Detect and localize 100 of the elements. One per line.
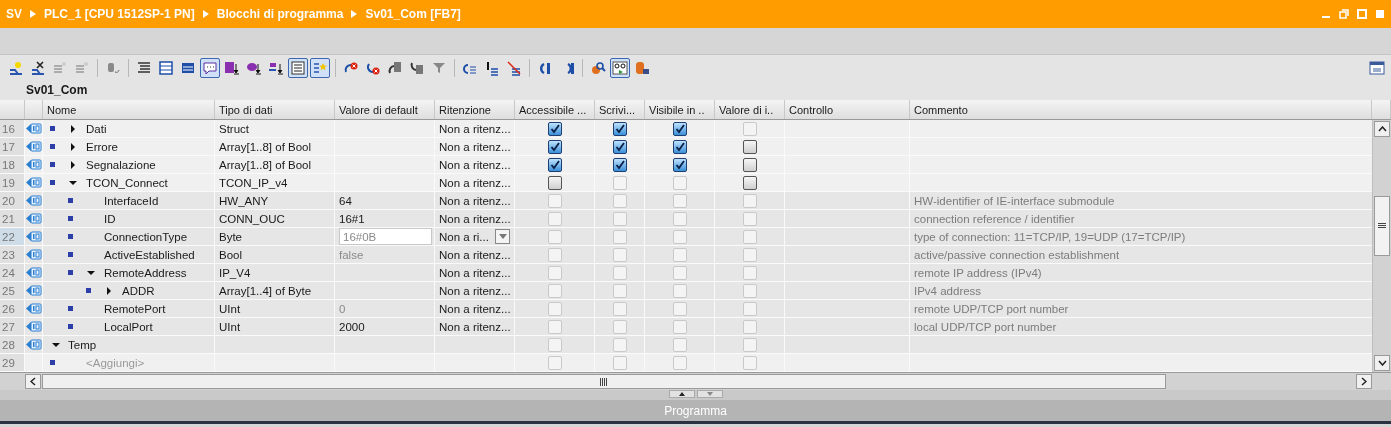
column-header[interactable]: Nome [43,100,215,119]
row-number: 20 [0,192,25,209]
column-header[interactable]: Tipo di dati [215,100,335,119]
scrollbar-thumb[interactable] [42,374,1166,389]
checkbox[interactable] [547,139,562,154]
data-type: HW_ANY [219,194,269,207]
comment-text: IPv4 address [914,284,982,297]
retention-value: Non a ritenz... [439,266,511,279]
retention-value: Non a ritenz... [439,194,511,207]
column-header[interactable]: Commento [910,100,1372,119]
row-number: 18 [0,156,25,173]
default-value: 2000 [339,320,365,333]
column-header[interactable]: Valore di i.. [715,100,785,119]
checkbox[interactable] [742,157,757,172]
checkbox[interactable] [672,157,687,172]
star-list-icon[interactable] [310,57,330,78]
variable-name: Errore [86,140,118,153]
checkbox[interactable] [672,139,687,154]
scroll-left-button[interactable] [25,374,41,389]
data-type: Array[1..4] of Byte [219,284,312,297]
retention-value: Non a ritenz... [439,158,511,171]
data-type: IP_V4 [219,266,251,279]
checkbox[interactable] [612,139,627,154]
checkbox[interactable] [547,157,562,172]
row-number: 17 [0,138,25,155]
collapse-arrow-icon[interactable] [87,269,95,277]
interface-tag-icon [25,159,42,170]
speech-bubble-icon[interactable] [200,57,220,78]
retention-value: Non a ritenz... [439,140,511,153]
breadcrumb-arrow-icon [351,10,358,18]
checkbox[interactable] [547,175,562,190]
default-value: 16#1 [339,212,365,225]
column-header[interactable]: Ritenzione [435,100,515,119]
row-number: 26 [0,300,25,317]
checkbox[interactable] [672,121,687,136]
scroll-up-button[interactable] [1374,121,1390,137]
scroll-down-button[interactable] [1374,355,1390,371]
data-type: Struct [219,122,250,135]
chevron-up-icon [1377,126,1387,132]
bullet-icon [50,144,55,149]
column-header[interactable]: Scrivi... [595,100,645,119]
collapse-arrow-icon[interactable] [52,341,60,349]
retention-value: Non a ritenz... [439,176,511,189]
checkbox[interactable] [612,157,627,172]
row-number: 29 [0,354,25,371]
comment-text: local UDP/TCP port number [914,320,1057,333]
interface-tag-icon [25,303,42,314]
breadcrumb-arrow-icon [202,10,209,18]
row-number: 19 [0,174,25,191]
bullet-icon [68,198,73,203]
retention-value: Non a ritenz... [439,302,511,315]
scrollbar-thumb[interactable] [1374,196,1390,256]
variable-name: ADDR [122,284,155,297]
expand-arrow-icon[interactable] [69,161,77,169]
list-icon[interactable] [288,57,308,78]
retention-value: Non a ritenz... [439,212,511,225]
checkbox[interactable] [547,121,562,136]
interface-tag-icon [25,267,42,278]
bullet-icon [50,360,55,365]
variable-name: Segnalazione [86,158,156,171]
comment-text: HW-identifier of IE-interface submodule [914,194,1115,207]
expand-arrow-icon[interactable] [69,143,77,151]
scroll-right-button[interactable] [1356,374,1372,389]
checkbox[interactable] [742,175,757,190]
breadcrumb-arrow-icon [30,10,36,18]
panel-icon[interactable] [1369,60,1385,75]
column-header[interactable]: Valore di default [335,100,435,119]
interface-tag-icon [25,249,42,260]
data-type: Array[1..8] of Bool [219,140,312,153]
interface-tag-icon [25,177,42,188]
data-type: Array[1..8] of Bool [219,158,312,171]
bullet-icon [68,252,73,257]
collapse-arrow-icon[interactable] [69,179,77,187]
comment-text: active/passive connection establishment [914,248,1120,261]
bullet-icon [50,180,55,185]
column-header[interactable]: Accessibile ... [515,100,595,119]
bullet-icon [68,234,73,239]
checkbox[interactable] [612,121,627,136]
monitor-glasses-icon[interactable] [610,57,630,78]
retention-value: Non a ri... [439,230,489,243]
expand-arrow-icon[interactable] [105,287,113,295]
bullet-icon [50,162,55,167]
column-header[interactable]: Controllo [785,100,910,119]
data-type: Byte [219,230,242,243]
variable-name: ID [104,212,116,225]
column-header[interactable]: Visibile in .. [645,100,715,119]
bullet-icon [68,306,73,311]
interface-tag-icon [25,213,42,224]
row-number: 21 [0,210,25,227]
splitter-up-button[interactable] [668,390,695,398]
checkbox[interactable] [742,139,757,154]
bullet-icon [68,270,73,275]
dropdown-button[interactable] [495,229,510,244]
interface-tag-icon [25,195,42,206]
expand-arrow-icon[interactable] [69,125,77,133]
bullet-icon [68,324,73,329]
chevron-right-icon [1361,377,1367,386]
row-number: 28 [0,336,25,353]
comment-text: remote IP address (IPv4) [914,266,1042,279]
default-value-field[interactable]: 16#0B [339,228,432,245]
